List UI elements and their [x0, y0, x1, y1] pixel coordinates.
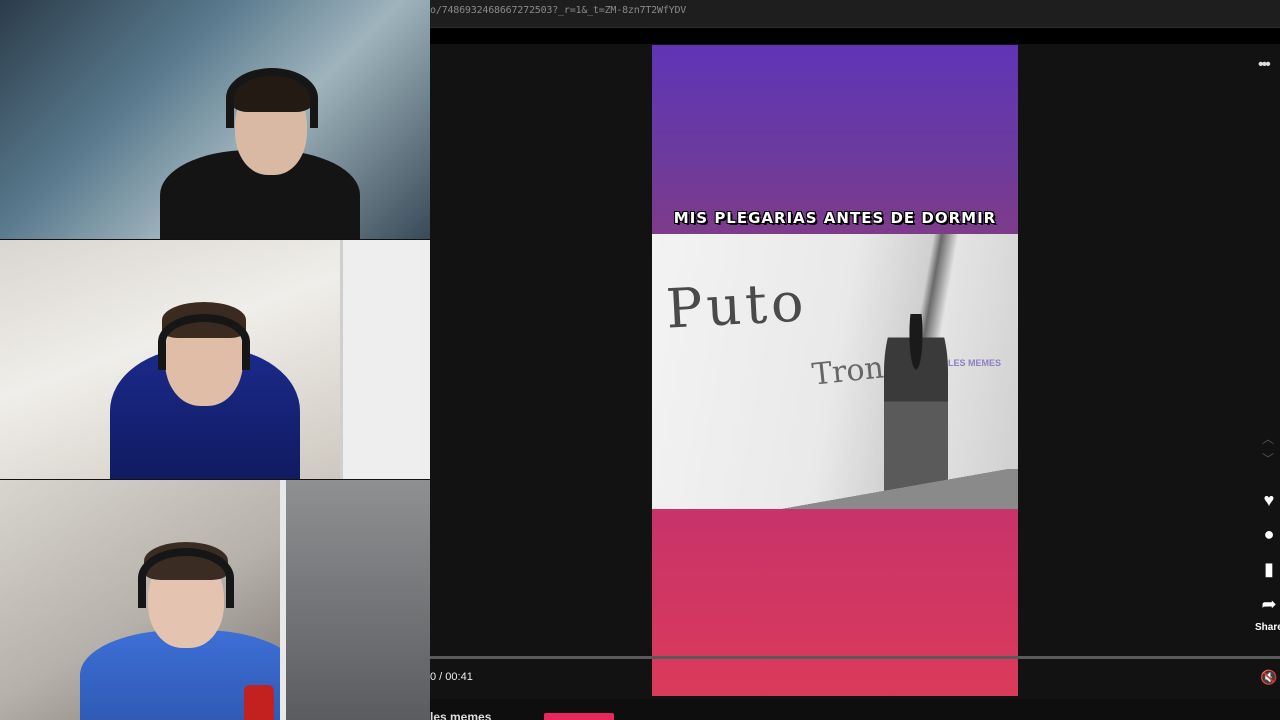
streamer-1-headset	[226, 68, 318, 128]
streamer-3-headset	[138, 548, 234, 608]
share-label[interactable]: Share	[1255, 622, 1280, 633]
webcam-feed-top	[0, 0, 430, 240]
window-frame	[280, 480, 430, 720]
address-bar-url[interactable]: o/7486932468667272503?_r=1&_t=ZM-8zn7T2W…	[430, 5, 686, 16]
more-options-icon[interactable]: •••	[1258, 56, 1271, 74]
streamer-2-headset	[158, 314, 250, 370]
video-bottom-gradient	[652, 509, 1018, 696]
chevron-down-icon[interactable]: ﹀	[1262, 450, 1274, 467]
shelf	[340, 240, 430, 480]
graffiti-text-2: Tron	[810, 350, 886, 393]
share-icon[interactable]: ➦	[1258, 593, 1280, 615]
webcam-feed-bottom	[0, 480, 430, 720]
account-name[interactable]: les memes	[430, 710, 491, 720]
video-caption: MIS PLEGARIAS ANTES DE DORMIR	[673, 209, 997, 227]
video-time: 0 / 00:41	[430, 671, 473, 683]
speaker-muted-icon[interactable]: 🔇	[1260, 669, 1277, 686]
microphone	[244, 685, 274, 720]
photo-ground	[652, 469, 1018, 509]
comment-icon[interactable]: ●	[1258, 523, 1280, 545]
follow-button[interactable]	[544, 713, 614, 720]
heart-icon[interactable]: ♥	[1258, 489, 1280, 511]
video-top-gradient	[652, 45, 1018, 235]
chevron-up-icon[interactable]: ︿	[1262, 430, 1274, 447]
video-frame[interactable]: MIS PLEGARIAS ANTES DE DORMIR Puto Tron …	[652, 45, 1018, 696]
video-progress-bar[interactable]	[430, 656, 1280, 659]
graffiti-text: Puto	[664, 270, 809, 341]
player-top-strip	[430, 28, 1280, 44]
video-watermark: LES MEMES	[948, 358, 1002, 368]
bookmark-icon[interactable]: ▮	[1258, 558, 1280, 580]
webcam-feed-middle	[0, 240, 430, 480]
video-meme-image: Puto Tron LES MEMES	[652, 234, 1018, 509]
